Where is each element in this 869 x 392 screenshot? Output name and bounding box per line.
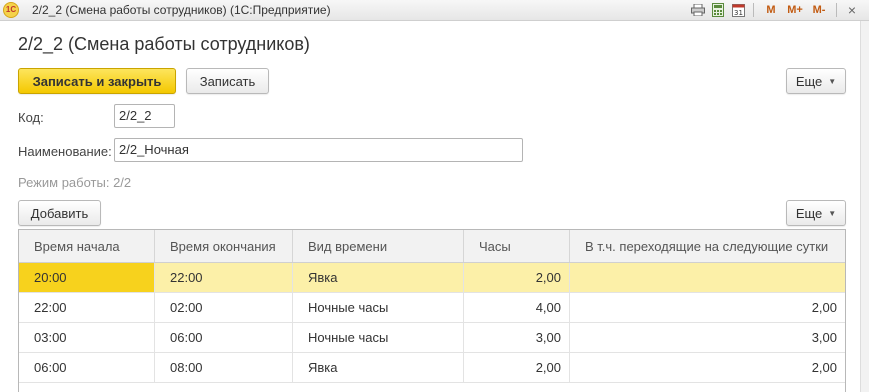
close-icon[interactable]: × xyxy=(843,2,861,18)
more-button[interactable]: Еще ▼ xyxy=(786,68,846,94)
vertical-scrollbar[interactable] xyxy=(860,21,869,392)
chevron-down-icon: ▼ xyxy=(828,76,837,86)
table-header: Время начала Время окончания Вид времени… xyxy=(19,230,845,263)
column-header-time-type[interactable]: Вид времени xyxy=(293,230,464,262)
app-logo-icon: 1С xyxy=(3,2,19,18)
code-label: Код: xyxy=(18,110,44,125)
chevron-down-icon: ▼ xyxy=(828,208,837,218)
hours-cell[interactable]: 4,00 xyxy=(464,293,570,322)
table-row[interactable]: 03:00 06:00 Ночные часы 3,00 3,00 xyxy=(19,323,845,353)
end-time-cell[interactable]: 08:00 xyxy=(155,353,293,382)
calendar-icon[interactable]: 31 xyxy=(729,2,747,18)
next-day-hours-cell[interactable]: 3,00 xyxy=(570,323,845,352)
hours-cell[interactable]: 2,00 xyxy=(464,263,570,292)
column-header-start-time[interactable]: Время начала xyxy=(19,230,155,262)
more-button-label: Еще xyxy=(795,73,823,89)
name-field[interactable]: 2/2_Ночная xyxy=(114,138,523,162)
column-header-next-day-hours[interactable]: В т.ч. переходящие на следующие сутки xyxy=(570,230,845,262)
page-title: 2/2_2 (Смена работы сотрудников) xyxy=(18,34,310,54)
code-field[interactable]: 2/2_2 xyxy=(114,104,175,128)
end-time-cell[interactable]: 02:00 xyxy=(155,293,293,322)
time-type-cell[interactable]: Ночные часы xyxy=(293,323,464,352)
title-bar-separator xyxy=(753,3,754,17)
time-type-cell[interactable]: Ночные часы xyxy=(293,293,464,322)
next-day-hours-cell[interactable]: 2,00 xyxy=(570,353,845,382)
end-time-cell[interactable]: 22:00 xyxy=(155,263,293,292)
start-time-cell[interactable]: 22:00 xyxy=(19,293,155,322)
svg-text:31: 31 xyxy=(734,9,743,17)
time-type-cell[interactable]: Явка xyxy=(293,263,464,292)
save-button[interactable]: Записать xyxy=(186,68,269,94)
memory-store-button[interactable]: M xyxy=(760,2,782,18)
column-header-hours[interactable]: Часы xyxy=(464,230,570,262)
save-and-close-button[interactable]: Записать и закрыть xyxy=(18,68,176,94)
table-row[interactable]: 06:00 08:00 Явка 2,00 2,00 xyxy=(19,353,845,383)
hours-cell[interactable]: 2,00 xyxy=(464,353,570,382)
start-time-cell[interactable]: 06:00 xyxy=(19,353,155,382)
time-type-cell[interactable]: Явка xyxy=(293,353,464,382)
table-row[interactable]: 20:00 22:00 Явка 2,00 xyxy=(19,263,845,293)
printer-icon[interactable] xyxy=(689,2,707,18)
name-label: Наименование: xyxy=(18,144,112,159)
end-time-cell[interactable]: 06:00 xyxy=(155,323,293,352)
add-row-button[interactable]: Добавить xyxy=(18,200,101,226)
window-title-bar: 1С 2/2_2 (Смена работы сотрудников) (1С:… xyxy=(0,0,869,21)
next-day-hours-cell[interactable] xyxy=(570,263,845,292)
hours-cell[interactable]: 3,00 xyxy=(464,323,570,352)
table-more-button-label: Еще xyxy=(795,205,823,221)
start-time-cell[interactable]: 03:00 xyxy=(19,323,155,352)
calculator-icon[interactable] xyxy=(709,2,727,18)
shift-intervals-table: Время начала Время окончания Вид времени… xyxy=(18,229,846,392)
memory-subtract-button[interactable]: M- xyxy=(808,2,830,18)
next-day-hours-cell[interactable]: 2,00 xyxy=(570,293,845,322)
table-more-button[interactable]: Еще ▼ xyxy=(786,200,846,226)
table-row[interactable]: 22:00 02:00 Ночные часы 4,00 2,00 xyxy=(19,293,845,323)
start-time-cell[interactable]: 20:00 xyxy=(19,263,155,292)
title-bar-tools: 31 M M+ M- × xyxy=(689,1,861,19)
window-title: 2/2_2 (Смена работы сотрудников) (1С:Пре… xyxy=(32,3,331,17)
work-mode-text: Режим работы: 2/2 xyxy=(18,175,132,190)
column-header-end-time[interactable]: Время окончания xyxy=(155,230,293,262)
title-bar-separator xyxy=(836,3,837,17)
memory-add-button[interactable]: M+ xyxy=(784,2,806,18)
